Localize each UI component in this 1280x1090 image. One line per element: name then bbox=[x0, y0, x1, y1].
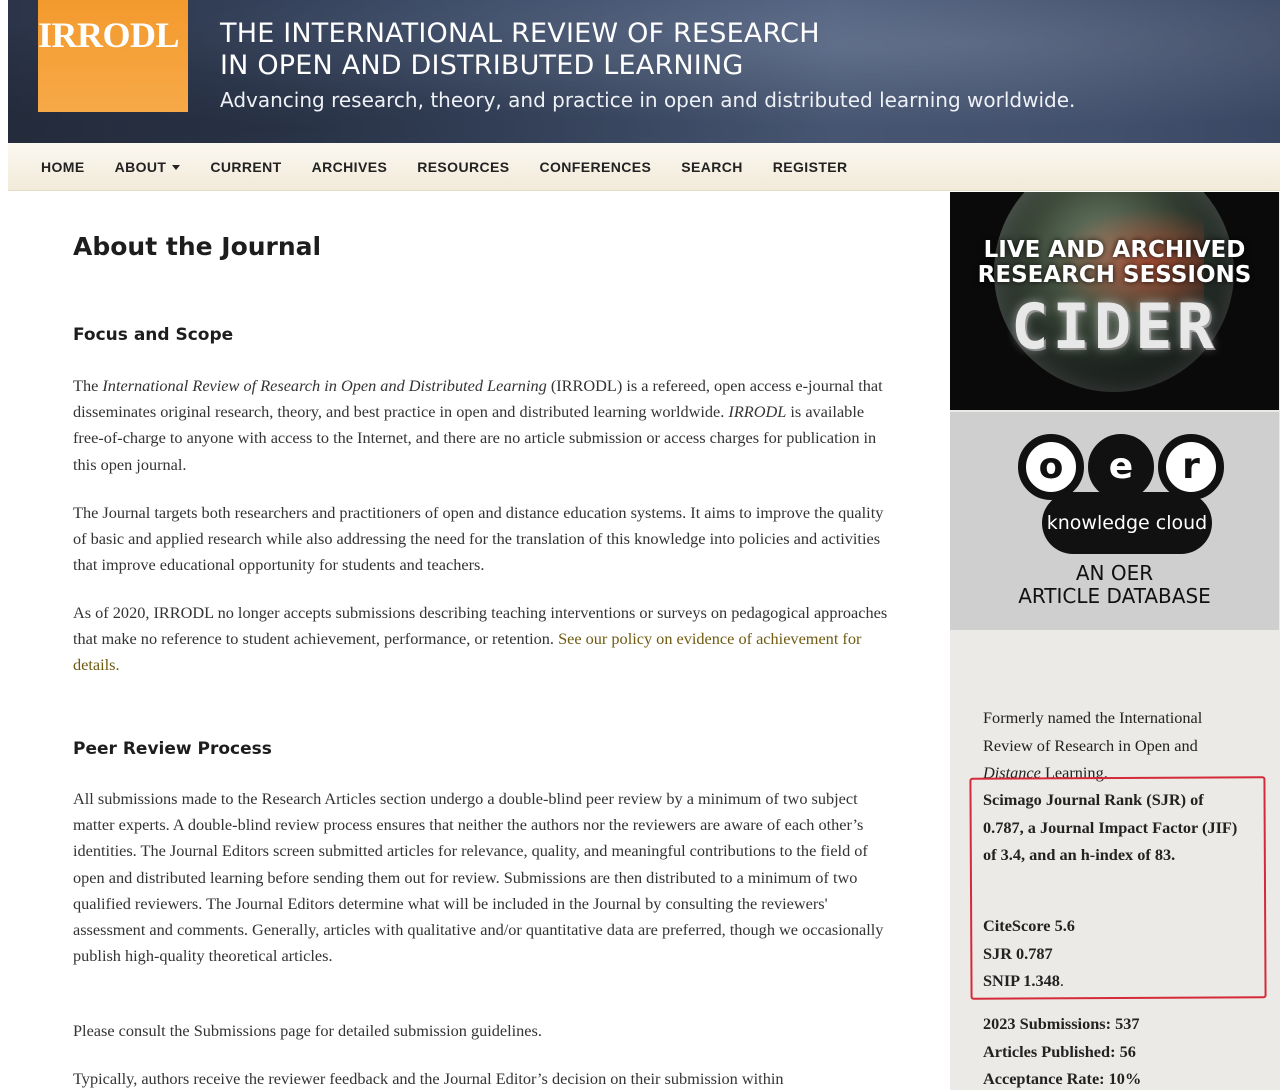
nav-register[interactable]: REGISTER bbox=[758, 159, 863, 175]
peer-review-paragraph-3: Typically, authors receive the reviewer … bbox=[73, 1069, 784, 1088]
irrodl-logo[interactable]: IRRODL bbox=[38, 14, 180, 56]
focus-paragraph-3: As of 2020, IRRODL no longer accepts sub… bbox=[73, 600, 888, 679]
citescore-value: CiteScore 5.6 bbox=[983, 916, 1075, 935]
cider-ad-banner[interactable]: LIVE AND ARCHIVED RESEARCH SESSIONS CIDE… bbox=[950, 192, 1279, 410]
nav-current[interactable]: CURRENT bbox=[195, 159, 296, 175]
oer-caption-line-2: ARTICLE DATABASE bbox=[1018, 584, 1211, 608]
articles-published-count: Articles Published: 56 bbox=[983, 1041, 1136, 1061]
banner-title-line-1: THE INTERNATIONAL REVIEW OF RESEARCH bbox=[220, 18, 820, 49]
cider-heading-line-1: LIVE AND ARCHIVED bbox=[983, 237, 1246, 263]
page-title: About the Journal bbox=[73, 232, 322, 261]
site-banner: IRRODL THE INTERNATIONAL REVIEW OF RESEA… bbox=[8, 0, 1280, 143]
banner-title: THE INTERNATIONAL REVIEW OF RESEARCH IN … bbox=[220, 18, 820, 82]
nav-home[interactable]: HOME bbox=[26, 159, 100, 175]
nav-conferences[interactable]: CONFERENCES bbox=[524, 159, 666, 175]
focus-paragraph-2: The Journal targets both researchers and… bbox=[73, 503, 884, 575]
peer-review-heading: Peer Review Process bbox=[73, 739, 272, 759]
focus-paragraph-1: The International Review of Research in … bbox=[73, 373, 888, 478]
journal-name: International Review of Research in Open… bbox=[102, 376, 547, 395]
submission-stats: 2023 Submissions: 537 Articles Published… bbox=[983, 1010, 1243, 1090]
nav-about-label: ABOUT bbox=[114, 158, 167, 175]
metrics-list: CiteScore 5.6 SJR 0.787 SNIP 1.348. bbox=[983, 912, 1243, 995]
emphasis: Distance bbox=[983, 763, 1041, 782]
oer-caption: AN OER ARTICLE DATABASE bbox=[950, 562, 1279, 608]
text: Formerly named the International Review … bbox=[983, 708, 1203, 755]
sidebar: LIVE AND ARCHIVED RESEARCH SESSIONS CIDE… bbox=[950, 192, 1280, 1090]
text: The bbox=[73, 376, 103, 395]
snip-line: SNIP 1.348. bbox=[983, 967, 1243, 995]
knowledge-cloud-pill: knowledge cloud bbox=[1042, 492, 1212, 554]
sjr-value: SJR 0.787 bbox=[983, 943, 1053, 963]
formerly-named-note: Formerly named the International Review … bbox=[983, 704, 1243, 787]
cider-heading-line-2: RESEARCH SESSIONS bbox=[977, 262, 1252, 288]
cider-heading: LIVE AND ARCHIVED RESEARCH SESSIONS bbox=[950, 238, 1279, 288]
oer-letter-e: e bbox=[1088, 434, 1154, 500]
text: Learning. bbox=[1040, 763, 1108, 782]
cider-logo-text: CIDER bbox=[1011, 290, 1218, 363]
main-nav: HOME ABOUT CURRENT ARCHIVES RESOURCES CO… bbox=[8, 143, 1280, 191]
peer-review-paragraph-2: Please consult the Submissions page for … bbox=[73, 1021, 542, 1040]
snip-period: . bbox=[1059, 971, 1064, 990]
peer-review-paragraph-1: All submissions made to the Research Art… bbox=[73, 789, 884, 966]
nav-resources[interactable]: RESOURCES bbox=[402, 159, 524, 175]
oer-letter-o: o bbox=[1018, 434, 1084, 500]
nav-archives[interactable]: ARCHIVES bbox=[297, 159, 403, 175]
nav-about[interactable]: ABOUT bbox=[100, 159, 196, 175]
caret-down-icon bbox=[172, 165, 181, 171]
journal-abbrev: IRRODL bbox=[728, 402, 787, 422]
oer-letter-r: r bbox=[1158, 434, 1224, 500]
oer-knowledge-cloud-ad[interactable]: o e r knowledge cloud AN OER ARTICLE DAT… bbox=[950, 412, 1279, 630]
banner-tagline: Advancing research, theory, and practice… bbox=[220, 88, 1076, 112]
submissions-count: 2023 Submissions: 537 bbox=[983, 1014, 1140, 1033]
banner-title-line-2: IN OPEN AND DISTRIBUTED LEARNING bbox=[220, 50, 744, 81]
oer-caption-line-1: AN OER bbox=[1075, 561, 1154, 585]
sjr-jif-statement: Scimago Journal Rank (SJR) of 0.787, a J… bbox=[983, 790, 1238, 864]
acceptance-rate: Acceptance Rate: 10% bbox=[983, 1069, 1142, 1088]
nav-search[interactable]: SEARCH bbox=[666, 159, 758, 175]
oer-logo: o e r bbox=[1018, 434, 1224, 500]
focus-scope-heading: Focus and Scope bbox=[73, 325, 234, 345]
snip-value: SNIP 1.348 bbox=[983, 971, 1060, 990]
